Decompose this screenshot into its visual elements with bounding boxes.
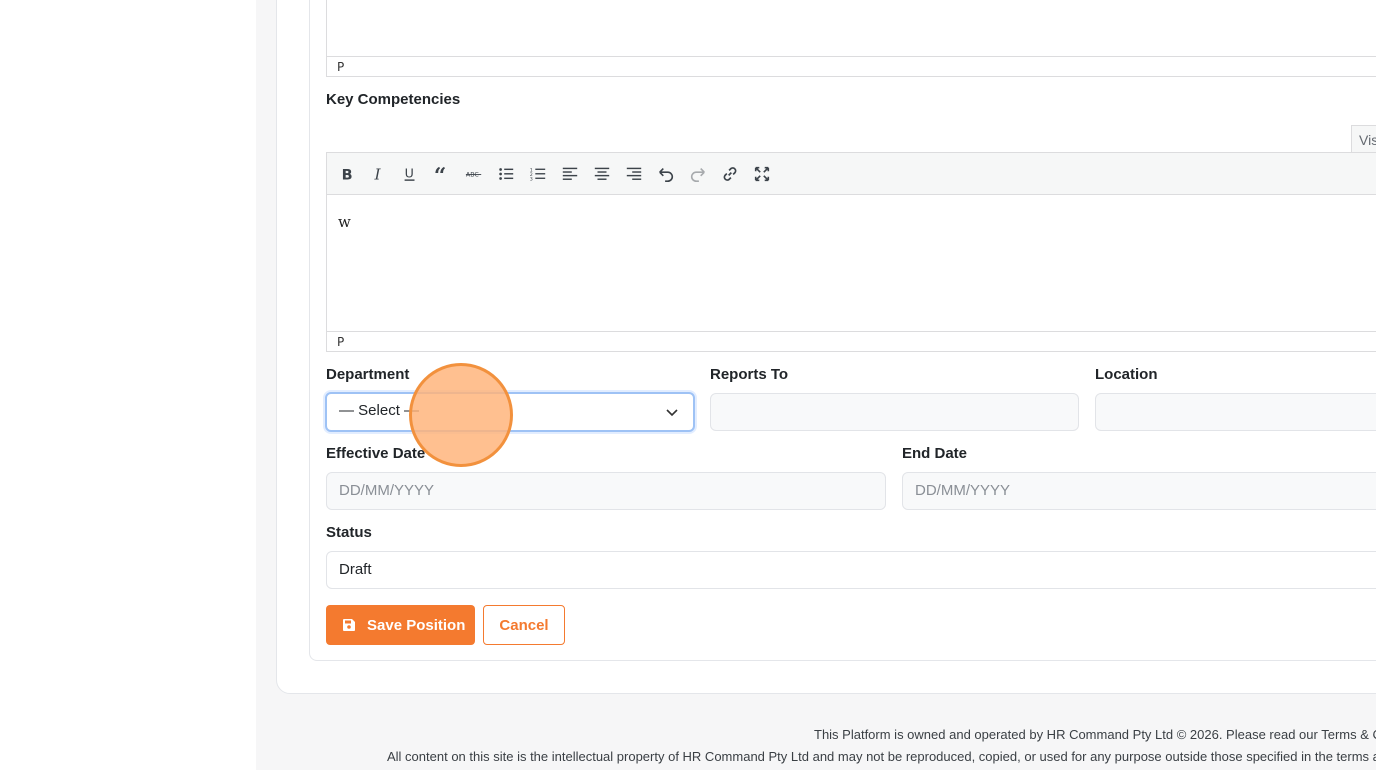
visual-tab[interactable]: Vis bbox=[1351, 125, 1376, 153]
key-competencies-editor: B I U “ ABC 123 w P bbox=[326, 152, 1376, 352]
cancel-button[interactable]: Cancel bbox=[483, 605, 565, 645]
save-position-button[interactable]: Save Position bbox=[326, 605, 475, 645]
fullscreen-icon[interactable] bbox=[750, 162, 774, 186]
chevron-down-icon bbox=[666, 409, 678, 417]
bullet-list-icon[interactable] bbox=[494, 162, 518, 186]
footer-ownership-text: This Platform is owned and operated by H… bbox=[814, 727, 1376, 742]
strikethrough-icon[interactable]: ABC bbox=[462, 162, 486, 186]
footer-ip-text: All content on this site is the intellec… bbox=[387, 749, 1376, 764]
end-date-input[interactable]: DD/MM/YYYY bbox=[902, 472, 1376, 510]
editor-toolbar: B I U “ ABC 123 bbox=[327, 153, 1376, 195]
department-selected-value: — Select — bbox=[339, 402, 420, 419]
effective-date-label: Effective Date bbox=[326, 445, 426, 462]
numbered-list-icon[interactable]: 123 bbox=[526, 162, 550, 186]
underline-icon[interactable]: U bbox=[398, 162, 422, 186]
align-right-icon[interactable] bbox=[622, 162, 646, 186]
effective-date-input[interactable]: DD/MM/YYYY bbox=[326, 472, 886, 510]
status-select[interactable]: Draft bbox=[326, 551, 1376, 589]
previous-editor[interactable]: P bbox=[326, 0, 1376, 77]
editor-status-path: P bbox=[327, 331, 1376, 351]
align-left-icon[interactable] bbox=[558, 162, 582, 186]
reports-to-input[interactable] bbox=[710, 393, 1079, 431]
location-input[interactable] bbox=[1095, 393, 1376, 431]
svg-text:“: “ bbox=[434, 165, 446, 183]
editor-content-text: w bbox=[338, 213, 351, 231]
italic-icon[interactable]: I bbox=[367, 162, 391, 186]
editor-content-area[interactable]: w bbox=[327, 195, 1376, 331]
department-label: Department bbox=[326, 366, 410, 383]
save-icon bbox=[343, 619, 355, 631]
save-position-label: Save Position bbox=[367, 616, 466, 634]
svg-text:ABC: ABC bbox=[466, 172, 480, 179]
status-label: Status bbox=[326, 524, 372, 541]
location-label: Location bbox=[1095, 366, 1158, 383]
undo-icon[interactable] bbox=[654, 162, 678, 186]
key-competencies-label: Key Competencies bbox=[326, 91, 461, 108]
link-icon[interactable] bbox=[718, 162, 742, 186]
reports-to-label: Reports To bbox=[710, 366, 789, 383]
redo-icon[interactable] bbox=[686, 162, 710, 186]
svg-text:3: 3 bbox=[530, 176, 533, 182]
svg-text:U: U bbox=[405, 166, 414, 181]
left-sidebar bbox=[0, 0, 256, 770]
blockquote-icon[interactable]: “ bbox=[430, 162, 454, 186]
editor-status-path: P bbox=[327, 56, 1376, 76]
svg-text:I: I bbox=[374, 165, 382, 183]
align-center-icon[interactable] bbox=[590, 162, 614, 186]
bold-icon[interactable]: B bbox=[335, 162, 359, 186]
end-date-label: End Date bbox=[902, 445, 968, 462]
click-indicator bbox=[409, 363, 513, 467]
svg-text:B: B bbox=[342, 167, 353, 183]
